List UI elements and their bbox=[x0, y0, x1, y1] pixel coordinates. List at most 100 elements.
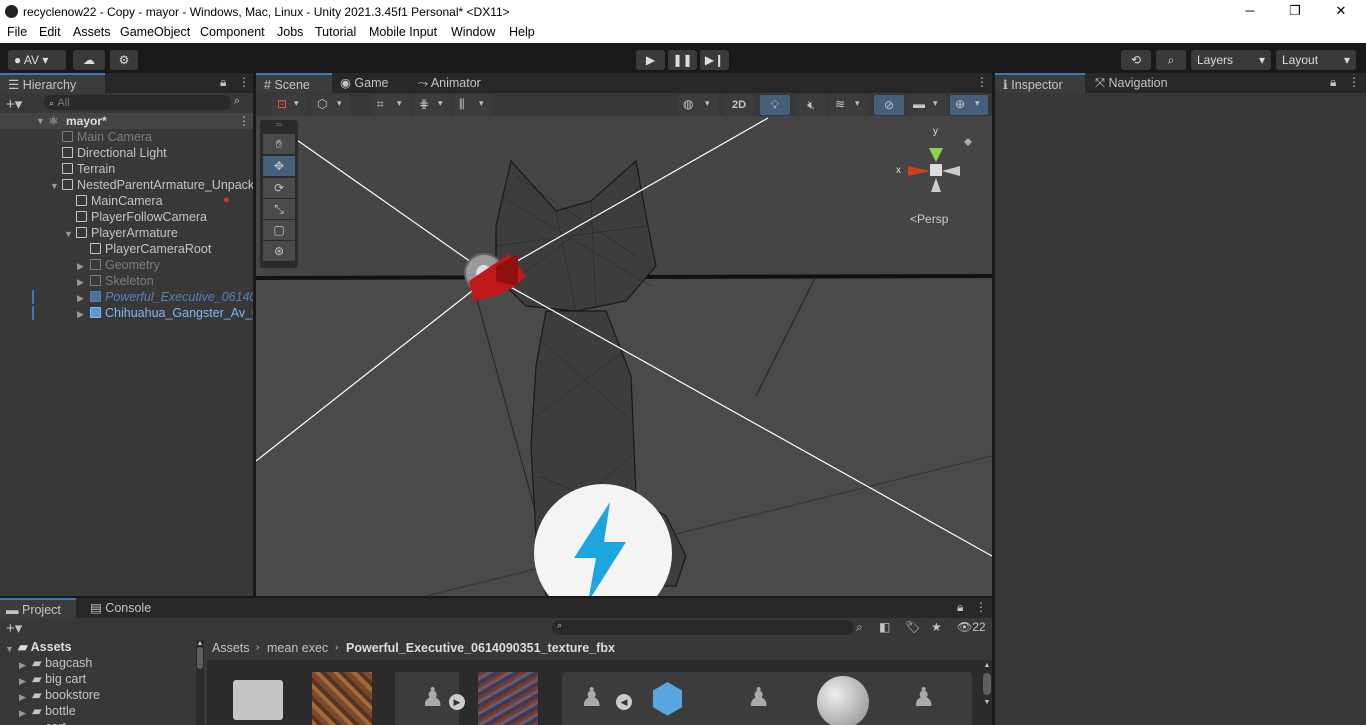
search-by-type-icon[interactable]: ⌕ bbox=[856, 620, 863, 635]
menu-jobs[interactable]: Jobs bbox=[277, 25, 303, 39]
2d-toggle[interactable]: 2D bbox=[724, 95, 754, 115]
drag-handle-icon[interactable]: ═ bbox=[260, 120, 298, 132]
collapse-asset-icon[interactable]: ◀ bbox=[616, 694, 632, 710]
collapse-arrow-icon[interactable]: ▶ bbox=[77, 261, 84, 272]
rect-tool-button[interactable]: ▢ bbox=[263, 220, 295, 240]
hierarchy-item[interactable]: Skeleton bbox=[90, 273, 154, 289]
breadcrumb-item[interactable]: mean exec bbox=[267, 638, 328, 658]
lock-icon[interactable]: 🔒︎ bbox=[957, 600, 963, 615]
audio-toggle[interactable]: 🔇︎ bbox=[796, 95, 826, 115]
search-options-icon[interactable]: ⌕ bbox=[234, 95, 240, 108]
tab-scene[interactable]: # Scene bbox=[256, 73, 332, 93]
collapse-arrow-icon[interactable]: ▶ bbox=[19, 692, 26, 703]
more-options-icon[interactable]: ⋮ bbox=[1348, 75, 1360, 89]
filter-type-icon[interactable]: ◧ bbox=[879, 620, 890, 634]
lock-icon[interactable]: 🔒︎ bbox=[1330, 75, 1336, 90]
effects-button[interactable]: ≋ ▾ bbox=[830, 95, 868, 115]
collapse-arrow-icon[interactable]: ▶ bbox=[19, 660, 26, 671]
menu-window[interactable]: Window bbox=[451, 25, 495, 39]
expand-asset-icon[interactable]: ▶ bbox=[449, 694, 465, 710]
step-button[interactable]: ▶❙ bbox=[700, 50, 729, 70]
more-options-icon[interactable]: ⋮ bbox=[975, 600, 987, 614]
tab-animator[interactable]: ⤳ Animator bbox=[418, 73, 508, 93]
cloud-button[interactable]: ☁ bbox=[73, 50, 105, 70]
asset-grid-scrollbar[interactable]: ▲ ▼ bbox=[982, 662, 992, 725]
scale-tool-button[interactable]: ⤡ bbox=[263, 199, 295, 219]
more-options-icon[interactable]: ⋮ bbox=[238, 75, 250, 89]
transform-tool-button[interactable]: ⊛ bbox=[263, 241, 295, 261]
menu-edit[interactable]: Edit bbox=[39, 25, 61, 39]
material-sphere-icon[interactable] bbox=[817, 676, 869, 725]
hierarchy-item[interactable]: Main Camera bbox=[62, 129, 152, 145]
restore-button[interactable]: ❐ bbox=[1272, 2, 1318, 22]
breadcrumb-item[interactable]: Assets bbox=[212, 638, 250, 658]
draw-mode-button[interactable]: ◍ ▾ bbox=[678, 95, 718, 115]
grid-snap-button[interactable]: ⌗ ▾ bbox=[372, 95, 410, 115]
hierarchy-search[interactable]: ⌕ All bbox=[44, 95, 231, 110]
add-asset-button[interactable]: +▾ bbox=[6, 619, 22, 637]
layers-dropdown[interactable]: Layers ▾ bbox=[1191, 50, 1271, 70]
hierarchy-item[interactable]: Geometry bbox=[90, 257, 160, 273]
menu-file[interactable]: File bbox=[7, 25, 27, 39]
scrollbar-thumb[interactable] bbox=[983, 673, 991, 695]
menu-assets[interactable]: Assets bbox=[73, 25, 111, 39]
close-button[interactable]: ✕ bbox=[1318, 2, 1364, 22]
rotate-tool-button[interactable]: ⟳ bbox=[263, 178, 295, 198]
hierarchy-item[interactable]: Directional Light bbox=[62, 145, 167, 161]
collapse-arrow-icon[interactable]: ▶ bbox=[77, 309, 84, 320]
expand-arrow-icon[interactable]: ▼ bbox=[36, 116, 45, 126]
tab-project[interactable]: ▬ Project bbox=[0, 598, 76, 618]
avatar-icon[interactable]: ♟ bbox=[912, 682, 935, 713]
folder-item[interactable]: ▰ bookstore bbox=[32, 687, 100, 703]
menu-help[interactable]: Help bbox=[509, 25, 535, 39]
hierarchy-item[interactable]: Powerful_Executive_06140 bbox=[90, 289, 253, 305]
history-button[interactable]: ⟲ bbox=[1121, 50, 1151, 70]
lighting-toggle[interactable]: 💡︎ bbox=[760, 95, 790, 115]
texture-thumbnail[interactable] bbox=[312, 672, 372, 725]
scene-view[interactable]: ═ ✋︎ ✥ ⟳ ⤡ ▢ ⊛ y x <Persp bbox=[256, 116, 992, 596]
expand-arrow-icon[interactable]: ▼ bbox=[50, 181, 59, 191]
collapse-arrow-icon[interactable]: ▶ bbox=[77, 277, 84, 288]
hierarchy-item[interactable]: MainCamera bbox=[76, 193, 163, 209]
folder-item[interactable]: ▰ big cart bbox=[32, 671, 86, 687]
expand-arrow-icon[interactable]: ▼ bbox=[64, 229, 73, 239]
hidden-packages-toggle[interactable]: 👁︎22 bbox=[957, 620, 986, 634]
hierarchy-item[interactable]: PlayerFollowCamera bbox=[76, 209, 207, 225]
folder-item[interactable]: ▰ cart bbox=[32, 719, 66, 725]
scene-header-row[interactable]: ▼ ⚛ mayor* ⋮ bbox=[0, 113, 253, 129]
minimize-button[interactable]: ─ bbox=[1227, 2, 1273, 22]
tab-game[interactable]: ◉ Game bbox=[340, 73, 410, 93]
increment-snap-button[interactable]: ⋕ ▾ bbox=[414, 95, 450, 115]
menu-mobile-input[interactable]: Mobile Input bbox=[369, 25, 437, 39]
more-options-icon[interactable]: ⋮ bbox=[976, 75, 988, 89]
layout-dropdown[interactable]: Layout ▾ bbox=[1276, 50, 1356, 70]
texture-thumbnail[interactable] bbox=[478, 672, 538, 725]
tab-inspector[interactable]: ℹ Inspector bbox=[995, 73, 1085, 93]
tab-hierarchy[interactable]: ☰ Hierarchy bbox=[0, 73, 105, 93]
move-tool-button[interactable]: ✥ bbox=[263, 156, 295, 176]
hierarchy-item[interactable]: PlayerArmature bbox=[76, 225, 178, 241]
ruler-button[interactable]: ⫼ ▾ bbox=[454, 95, 492, 115]
collapse-arrow-icon[interactable]: ▶ bbox=[77, 293, 84, 304]
hand-tool-button[interactable]: ✋︎ bbox=[263, 134, 295, 154]
tab-navigation[interactable]: ⤧ Navigation bbox=[1095, 73, 1195, 93]
menu-gameobject[interactable]: GameObject bbox=[120, 25, 190, 39]
project-search[interactable]: ⌕ bbox=[552, 620, 854, 635]
account-dropdown[interactable]: ● AV ▾ bbox=[8, 50, 66, 70]
hierarchy-item[interactable]: Chihuahua_Gangster_Av_0 bbox=[90, 305, 253, 321]
pause-button[interactable]: ❚❚ bbox=[668, 50, 697, 70]
search-button[interactable]: ⌕ bbox=[1156, 50, 1186, 70]
more-options-icon[interactable]: ⋮ bbox=[238, 114, 250, 128]
expand-arrow-icon[interactable]: ▼ bbox=[5, 644, 14, 654]
collapse-arrow-icon[interactable]: ▶ bbox=[19, 708, 26, 719]
hierarchy-item[interactable]: Terrain bbox=[62, 161, 115, 177]
collapse-arrow-icon[interactable]: ▶ bbox=[19, 676, 26, 687]
hierarchy-item[interactable]: PlayerCameraRoot bbox=[90, 241, 211, 257]
label-icon[interactable]: 🏷︎ bbox=[905, 620, 920, 634]
menu-component[interactable]: Component bbox=[200, 25, 265, 39]
character-icon[interactable]: ♟ bbox=[580, 682, 603, 713]
scrollbar-thumb[interactable] bbox=[197, 647, 203, 669]
tool-handle-button[interactable]: ⊡ ▾ bbox=[272, 95, 306, 115]
folder-asset-icon[interactable] bbox=[233, 680, 283, 720]
mesh-icon[interactable]: ♟ bbox=[747, 682, 770, 713]
